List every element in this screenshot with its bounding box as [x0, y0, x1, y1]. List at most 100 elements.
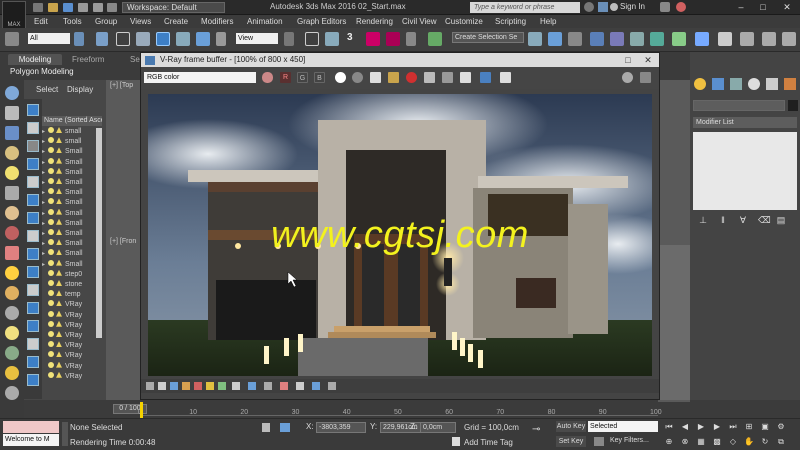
bones-filter-icon[interactable]: [5, 286, 19, 300]
list-item[interactable]: stone: [42, 280, 100, 290]
cameras-filter-icon[interactable]: [5, 186, 19, 200]
help-icon[interactable]: [676, 2, 686, 12]
explorer-invert-icon[interactable]: [27, 374, 39, 386]
tab-freeform[interactable]: Freeform: [72, 55, 104, 64]
menu-help[interactable]: Help: [540, 17, 556, 26]
shapes-filter-icon[interactable]: [5, 146, 19, 160]
menu-graph-editors[interactable]: Graph Editors: [297, 17, 346, 26]
time-config-icon[interactable]: ⚙: [776, 422, 786, 432]
list-item[interactable]: ▸ Small: [42, 229, 100, 239]
object-name-field[interactable]: [693, 100, 785, 111]
list-item[interactable]: ▸ Small: [42, 147, 100, 157]
visibility-bulb-icon[interactable]: [48, 167, 54, 174]
helpers-filter-icon[interactable]: [5, 206, 19, 220]
region-render-icon[interactable]: [460, 72, 471, 83]
align-icon[interactable]: [548, 32, 562, 46]
list-item[interactable]: ▸ small: [42, 137, 100, 147]
explorer-select-menu[interactable]: Select: [36, 85, 58, 94]
tab-selection[interactable]: Se: [130, 55, 140, 64]
render-production-icon[interactable]: [718, 32, 732, 46]
explorer-none-icon[interactable]: [27, 356, 39, 368]
modify-tab-icon[interactable]: [712, 78, 724, 90]
menu-customize[interactable]: Customize: [445, 17, 483, 26]
selection-filter-dropdown[interactable]: All: [28, 33, 70, 44]
vfb-exposure-icon[interactable]: [194, 382, 202, 390]
visibility-bulb-icon[interactable]: [48, 351, 54, 358]
fov-icon[interactable]: ◇: [728, 437, 738, 447]
display-tab-icon[interactable]: [766, 78, 778, 90]
link-to-vfb-icon[interactable]: [500, 72, 511, 83]
render-last-icon[interactable]: [480, 72, 491, 83]
visibility-bulb-icon[interactable]: [48, 320, 54, 327]
expand-toggle-icon[interactable]: ▸: [42, 260, 48, 270]
explorer-hidden-icon[interactable]: [27, 320, 39, 332]
display-none-icon[interactable]: [5, 386, 19, 400]
vfb-maximize-button[interactable]: □: [622, 55, 634, 65]
spinner-snap-icon[interactable]: [406, 32, 416, 46]
key-mode-dropdown[interactable]: Selected: [588, 421, 658, 432]
menu-edit[interactable]: Edit: [34, 17, 48, 26]
material-editor-icon[interactable]: [650, 32, 664, 46]
explorer-name-column-header[interactable]: Name (Sorted Ascen: [42, 116, 102, 126]
mono-channel-icon[interactable]: [352, 72, 363, 83]
minimize-button[interactable]: –: [730, 1, 752, 13]
layer-explorer-icon[interactable]: [568, 32, 582, 46]
key-filter-icon[interactable]: [594, 437, 604, 446]
all-filter-icon[interactable]: [5, 366, 19, 380]
exchange-icon[interactable]: [660, 2, 670, 12]
key-filters-button[interactable]: Key Filters...: [610, 437, 649, 444]
frozen-filter-icon[interactable]: [5, 326, 19, 340]
vfb-levels-icon[interactable]: [170, 382, 178, 390]
visibility-bulb-icon[interactable]: [48, 290, 54, 297]
explorer-lights-icon[interactable]: [27, 158, 39, 170]
vfb-stamp-icon[interactable]: [248, 382, 256, 390]
set-key-button[interactable]: Set Key: [556, 436, 586, 447]
save-icon[interactable]: [63, 3, 73, 12]
visibility-bulb-icon[interactable]: [48, 280, 54, 286]
explorer-warps-icon[interactable]: [27, 212, 39, 224]
vfb-display-icon[interactable]: [146, 382, 154, 390]
frame-cursor[interactable]: [140, 402, 143, 418]
visibility-bulb-icon[interactable]: [48, 361, 54, 368]
list-item[interactable]: VRay: [42, 371, 100, 382]
zoom-extents-all-icon[interactable]: ▩: [712, 437, 722, 447]
list-item[interactable]: temp: [42, 290, 100, 300]
zoom-extents-icon[interactable]: ▦: [696, 437, 706, 447]
maxscript-listener-input[interactable]: Welcome to M: [3, 434, 59, 446]
list-item[interactable]: VRay: [42, 341, 100, 351]
visibility-bulb-icon[interactable]: [48, 249, 54, 256]
color-correction-icon[interactable]: [262, 72, 273, 83]
visibility-bulb-icon[interactable]: [48, 218, 54, 225]
project-folder-icon[interactable]: [107, 3, 117, 12]
rendered-frame-window-icon[interactable]: [695, 32, 709, 46]
ribbon-polygon-modeling[interactable]: Polygon Modeling: [10, 67, 74, 76]
green-channel-button[interactable]: G: [297, 72, 308, 83]
menu-tools[interactable]: Tools: [63, 17, 82, 26]
visibility-bulb-icon[interactable]: [48, 371, 54, 378]
select-object-icon[interactable]: [96, 32, 108, 46]
absolute-mode-icon[interactable]: [280, 423, 290, 432]
percent-snap-icon[interactable]: [386, 32, 400, 46]
manipulate-icon[interactable]: [305, 32, 319, 46]
window-crossing-icon[interactable]: [136, 32, 150, 46]
hidden-filter-icon[interactable]: [5, 346, 19, 360]
visibility-bulb-icon[interactable]: [48, 188, 54, 195]
snap-toggle-icon[interactable]: 3: [347, 32, 361, 46]
motion-tab-icon[interactable]: [748, 78, 760, 90]
list-item[interactable]: VRay: [42, 331, 100, 341]
track-mouse-icon[interactable]: [442, 72, 453, 83]
menu-views[interactable]: Views: [130, 17, 151, 26]
explorer-display-menu[interactable]: Display: [67, 85, 93, 94]
explorer-groups-icon[interactable]: [27, 230, 39, 242]
vfb-pixel-info-icon[interactable]: [280, 382, 288, 390]
orbit-icon[interactable]: ↻: [760, 437, 770, 447]
remove-modifier-icon[interactable]: ⌫: [758, 215, 771, 225]
list-item[interactable]: ▸ Small: [42, 198, 100, 208]
search-input[interactable]: Type a keyword or phrase: [470, 2, 580, 13]
vfb-history-icon[interactable]: [622, 72, 633, 83]
vfb-srgb-icon[interactable]: [218, 382, 226, 390]
signin-link[interactable]: Sign In: [620, 2, 645, 11]
explorer-bones-icon[interactable]: [27, 266, 39, 278]
list-item[interactable]: ▸ Small: [42, 188, 100, 198]
viewport-top-label[interactable]: [+] [Top: [110, 82, 133, 89]
